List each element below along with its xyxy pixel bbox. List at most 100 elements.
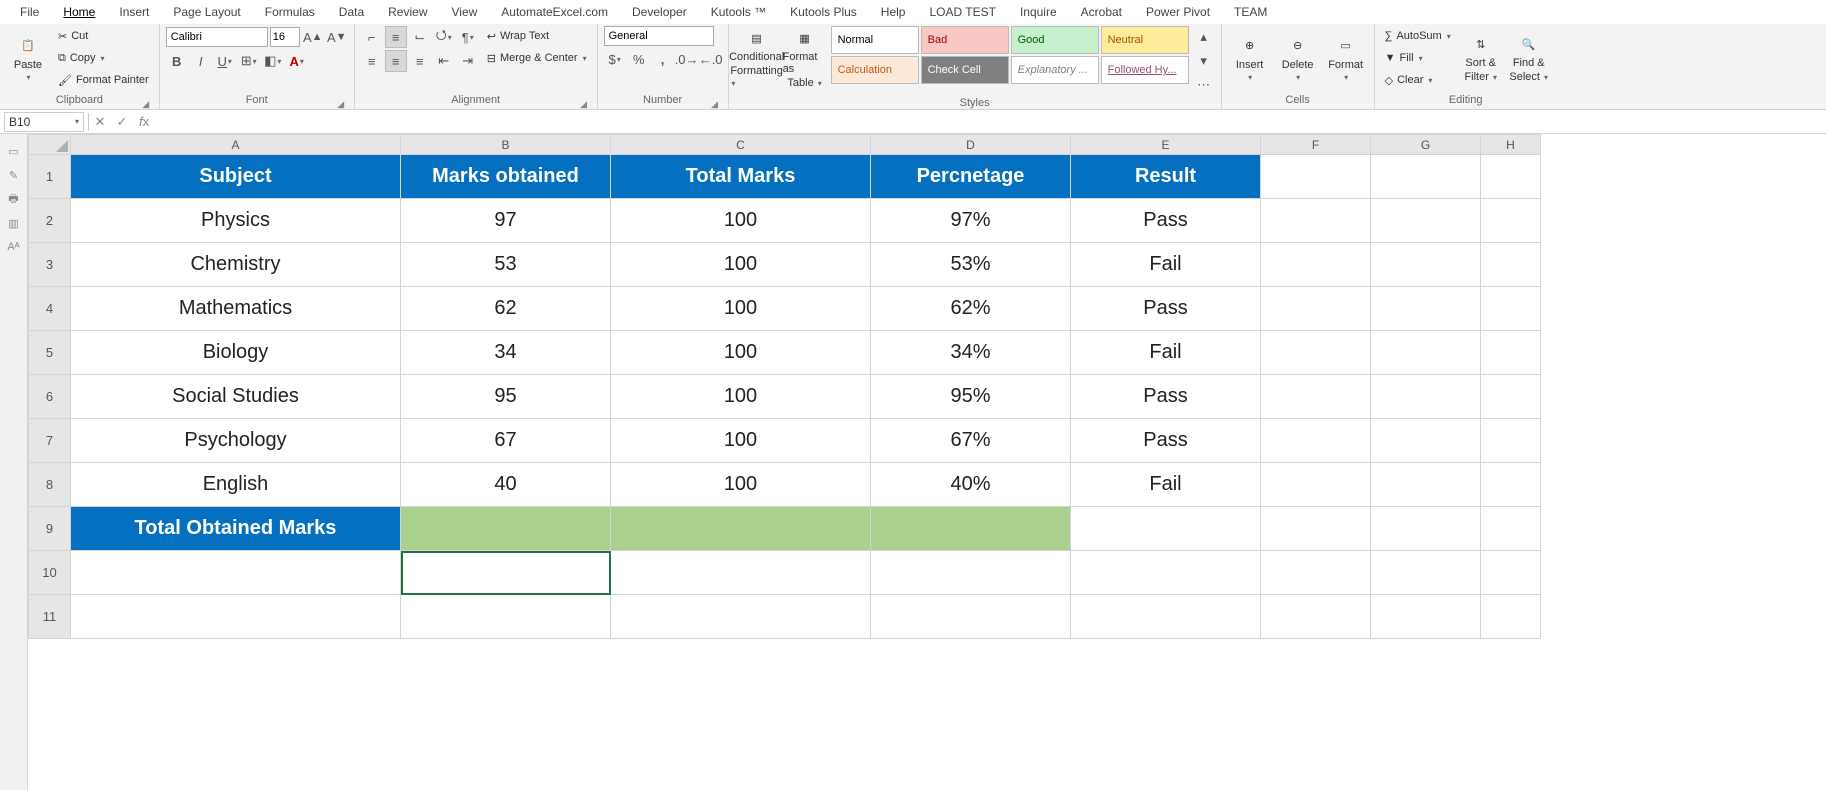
cell-C5[interactable]: 100 <box>611 331 871 375</box>
fill-button[interactable]: ▼Fill▾ <box>1381 48 1455 68</box>
cell-D4[interactable]: 62% <box>871 287 1071 331</box>
style-chip-explanatory-[interactable]: Explanatory ... <box>1011 56 1099 84</box>
col-header-A[interactable]: A <box>71 135 401 155</box>
delete-cells-button[interactable]: ⊖Delete▾ <box>1276 26 1320 90</box>
cell-D3[interactable]: 53% <box>871 243 1071 287</box>
align-top-button[interactable]: ⌐ <box>361 26 383 48</box>
clear-button[interactable]: ◇Clear▾ <box>1381 70 1455 90</box>
tab-data[interactable]: Data <box>327 1 376 23</box>
grid[interactable]: ABCDEFGH1SubjectMarks obtainedTotal Mark… <box>28 134 1826 790</box>
row-header-10[interactable]: 10 <box>29 551 71 595</box>
tab-team[interactable]: TEAM <box>1222 1 1279 23</box>
cell-E2[interactable]: Pass <box>1071 199 1261 243</box>
orientation-button[interactable]: ⭯▾ <box>433 26 455 48</box>
select-all-corner[interactable] <box>29 135 71 155</box>
col-header-C[interactable]: C <box>611 135 871 155</box>
tab-insert[interactable]: Insert <box>107 1 161 23</box>
border-button[interactable]: ⊞▾ <box>238 50 260 72</box>
row-header-3[interactable]: 3 <box>29 243 71 287</box>
currency-button[interactable]: $▾ <box>604 48 626 70</box>
tab-developer[interactable]: Developer <box>620 1 699 23</box>
increase-decimal-button[interactable]: .0→ <box>676 48 698 70</box>
cell-B10[interactable] <box>401 551 611 595</box>
cell-C10[interactable] <box>611 551 871 595</box>
wrap-text-button[interactable]: ↩Wrap Text <box>483 26 591 46</box>
cell-styles-gallery[interactable]: NormalBadGoodNeutral CalculationCheck Cel… <box>831 26 1189 84</box>
cell-D5[interactable]: 34% <box>871 331 1071 375</box>
tab-load-test[interactable]: LOAD TEST <box>917 1 1007 23</box>
tab-review[interactable]: Review <box>376 1 439 23</box>
cell-B7[interactable]: 67 <box>401 419 611 463</box>
dialog-launcher-icon[interactable]: ◢ <box>710 97 720 107</box>
cell-E4[interactable]: Pass <box>1071 287 1261 331</box>
col-header-H[interactable]: H <box>1481 135 1541 155</box>
row-header-6[interactable]: 6 <box>29 375 71 419</box>
tab-power-pivot[interactable]: Power Pivot <box>1134 1 1222 23</box>
cell-A11[interactable] <box>71 595 401 639</box>
style-chip-neutral[interactable]: Neutral <box>1101 26 1189 54</box>
cell-C6[interactable]: 100 <box>611 375 871 419</box>
align-bottom-button[interactable]: ⌙ <box>409 26 431 48</box>
style-chip-check-cell[interactable]: Check Cell <box>921 56 1009 84</box>
gutter-icon[interactable]: ▭ <box>7 144 21 158</box>
style-chip-normal[interactable]: Normal <box>831 26 919 54</box>
cell-B2[interactable]: 97 <box>401 199 611 243</box>
cell-D11[interactable] <box>871 595 1071 639</box>
tab-file[interactable]: File <box>8 1 51 23</box>
formula-input[interactable] <box>155 112 1826 132</box>
cell-B5[interactable]: 34 <box>401 331 611 375</box>
find-select-button[interactable]: 🔍Find &Select ▾ <box>1507 26 1551 90</box>
insert-cells-button[interactable]: ⊕Insert▾ <box>1228 26 1272 90</box>
italic-button[interactable]: I <box>190 50 212 72</box>
enter-formula-button[interactable]: ✓ <box>111 114 133 130</box>
style-chip-calculation[interactable]: Calculation <box>831 56 919 84</box>
conditional-formatting-button[interactable]: ▤ Conditional Formatting ▾ <box>735 26 779 90</box>
font-size-input[interactable] <box>270 27 300 47</box>
decrease-font-button[interactable]: A▼ <box>326 26 348 48</box>
cell-D6[interactable]: 95% <box>871 375 1071 419</box>
col-header-E[interactable]: E <box>1071 135 1261 155</box>
decrease-decimal-button[interactable]: ←.0 <box>700 48 722 70</box>
dialog-launcher-icon[interactable]: ◢ <box>336 97 346 107</box>
cell-C7[interactable]: 100 <box>611 419 871 463</box>
comma-button[interactable]: , <box>652 48 674 70</box>
format-painter-button[interactable]: 🖌Format Painter <box>54 70 153 90</box>
cell-B8[interactable]: 40 <box>401 463 611 507</box>
cell-A8[interactable]: English <box>71 463 401 507</box>
cell-D2[interactable]: 97% <box>871 199 1071 243</box>
style-chip-good[interactable]: Good <box>1011 26 1099 54</box>
cell-B9[interactable] <box>401 507 611 551</box>
cell-E11[interactable] <box>1071 595 1261 639</box>
cell-E3[interactable]: Fail <box>1071 243 1261 287</box>
cell-C4[interactable]: 100 <box>611 287 871 331</box>
cell-D7[interactable]: 67% <box>871 419 1071 463</box>
row-header-4[interactable]: 4 <box>29 287 71 331</box>
cell-A2[interactable]: Physics <box>71 199 401 243</box>
cell-C11[interactable] <box>611 595 871 639</box>
tab-kutools-[interactable]: Kutools ™ <box>699 1 778 23</box>
cell-C9[interactable] <box>611 507 871 551</box>
cell-B4[interactable]: 62 <box>401 287 611 331</box>
cell-B6[interactable]: 95 <box>401 375 611 419</box>
row-header-7[interactable]: 7 <box>29 419 71 463</box>
style-chip-bad[interactable]: Bad <box>921 26 1009 54</box>
increase-indent-button[interactable]: ⇥ <box>457 50 479 72</box>
decrease-indent-button[interactable]: ⇤ <box>433 50 455 72</box>
cell-A10[interactable] <box>71 551 401 595</box>
cell-C3[interactable]: 100 <box>611 243 871 287</box>
col-header-G[interactable]: G <box>1371 135 1481 155</box>
align-middle-button[interactable]: ≡ <box>385 26 407 48</box>
row-header-11[interactable]: 11 <box>29 595 71 639</box>
cell-D10[interactable] <box>871 551 1071 595</box>
cell-A3[interactable]: Chemistry <box>71 243 401 287</box>
cell-E7[interactable]: Pass <box>1071 419 1261 463</box>
text-direction-button[interactable]: ¶▾ <box>457 26 479 48</box>
cell-E9[interactable] <box>1071 507 1261 551</box>
cell-A4[interactable]: Mathematics <box>71 287 401 331</box>
sort-filter-button[interactable]: ⇅Sort &Filter ▾ <box>1459 26 1503 90</box>
dialog-launcher-icon[interactable]: ◢ <box>141 97 151 107</box>
tab-formulas[interactable]: Formulas <box>253 1 327 23</box>
tab-home[interactable]: Home <box>51 1 107 23</box>
cancel-formula-button[interactable]: ✕ <box>89 114 111 130</box>
align-center-button[interactable]: ≡ <box>385 50 407 72</box>
